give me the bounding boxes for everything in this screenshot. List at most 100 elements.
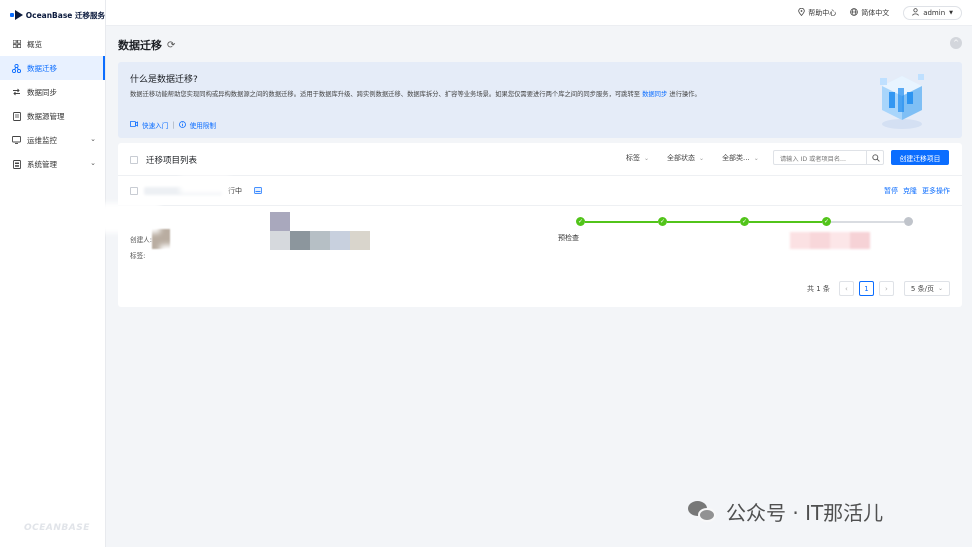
help-center-label: 帮助中心 [808,9,837,17]
page-title-text: 数据迁移 [118,39,162,52]
row-checkbox[interactable] [130,187,138,195]
refresh-icon[interactable]: ⟳ [167,40,175,51]
oceanbase-logo-icon [10,10,23,20]
type-filter[interactable]: 全部类... ⌄ [722,153,759,163]
user-icon [912,8,919,18]
sidebar-item-datasource[interactable]: 数据源管理 [0,104,105,128]
filter-bar: 标签 ⌄ 全部状态 ⌄ 全部类... ⌄ [626,153,759,163]
intro-links: 快速入门 | 使用限制 [130,120,216,130]
redacted-step-label [790,232,870,249]
app-logo[interactable]: OceanBase 迁移服务 [0,0,105,30]
sidebar-item-label: 系统管理 [27,159,57,169]
total-count: 共 1 条 [807,284,830,293]
watermark-text: 公众号 · IT那活儿 [726,501,884,525]
page-number[interactable]: 1 [858,281,874,296]
language-switch[interactable]: 简体中文 [850,8,889,18]
divider [118,175,962,176]
row-actions: 暂停 克隆 更多操作 [884,186,950,196]
creator-field: 创建人: [130,234,152,244]
page-size-label: 5 条/页 [910,284,934,293]
redaction-patch [160,245,200,265]
sidebar: OceanBase 迁移服务 概览 数据迁移 数据同步 数据源管理 运维监控 ⌄… [0,0,106,547]
status-filter[interactable]: 全部状态 ⌄ [667,153,704,163]
topbar: 帮助中心 简体中文 admin ▼ [106,0,972,26]
more-actions-link[interactable]: 更多操作 [922,186,950,196]
migration-list-card: 迁移项目列表 标签 ⌄ 全部状态 ⌄ 全部类... ⌄ 创建迁移项目 行中 [118,143,962,307]
data-sync-link[interactable]: 数据同步 [642,91,667,98]
sync-icon [12,88,21,97]
location-pin-icon [798,7,805,18]
clone-link[interactable]: 克隆 [903,186,917,196]
chevron-down-icon[interactable]: ⌄ [90,159,96,167]
usage-limits-link[interactable]: 使用限制 [190,120,216,130]
sidebar-item-data-migration[interactable]: 数据迁移 [0,56,105,80]
datasource-icon [12,111,21,121]
sidebar-footer-logo: OCEANBASE [24,523,90,533]
monitor-icon [12,136,21,145]
pause-link[interactable]: 暂停 [884,186,898,196]
caret-down-icon: ▼ [949,10,953,16]
search-icon[interactable] [866,150,884,165]
sidebar-nav: 概览 数据迁移 数据同步 数据源管理 运维监控 ⌄ 系统管理 ⌄ [0,32,105,176]
topbar-actions: 帮助中心 简体中文 admin ▼ [798,6,962,20]
logo-text: OceanBase 迁移服务 [25,10,105,20]
help-center-link[interactable]: 帮助中心 [798,7,837,18]
page-size-select[interactable]: 5 条/页 ⌄ [903,281,950,296]
quick-start-link[interactable]: 快速入门 [142,120,168,130]
next-page-button[interactable]: › [878,281,894,296]
separator: | [172,121,175,129]
check-icon: ✓ [822,217,831,226]
language-label: 简体中文 [861,9,890,17]
prev-page-button[interactable]: ‹ [838,281,854,296]
intro-description: 数据迁移功能帮助您实现同构或异构数据源之间的数据迁移。适用于数据库升级、跨实例数… [130,89,701,98]
pagination: 共 1 条 ‹ 1 › 5 条/页 ⌄ [807,281,950,296]
check-icon: ✓ [658,217,667,226]
user-menu[interactable]: admin ▼ [903,6,962,20]
tag-field: 标签: [130,250,145,260]
list-header: 迁移项目列表 标签 ⌄ 全部状态 ⌄ 全部类... ⌄ 创建迁移项目 [118,143,962,175]
wechat-watermark: 公众号 · IT那活儿 [688,497,883,526]
check-icon: ✓ [576,217,585,226]
step-connector [585,221,658,223]
status-filter-label: 全部状态 [667,154,696,162]
intro-desc-text-end: 进行操作。 [669,91,701,98]
status-badge: 行中 [228,187,242,195]
divider [118,205,962,206]
migration-cube-illustration [880,74,924,129]
select-all-checkbox[interactable] [130,156,138,164]
sidebar-item-label: 数据迁移 [27,63,57,73]
redaction-patch [180,176,230,194]
step-connector [749,221,822,223]
step-connector [831,221,904,223]
check-icon: ✓ [740,217,749,226]
create-migration-button[interactable]: 创建迁移项目 [891,150,949,165]
system-icon [12,159,21,169]
video-icon [130,121,138,129]
sidebar-item-label: 运维监控 [27,135,57,145]
creator-label: 创建人: [130,236,153,244]
tag-label: 标签: [130,252,146,260]
sidebar-item-system[interactable]: 系统管理 ⌄ [0,152,105,176]
list-title: 迁移项目列表 [130,154,197,166]
step-connector [667,221,740,223]
sidebar-item-label: 数据同步 [27,87,57,97]
close-banner-icon[interactable]: ^ [950,37,962,49]
chevron-down-icon: ⌄ [644,154,650,162]
sidebar-item-label: 概览 [27,39,42,49]
sidebar-item-data-sync[interactable]: 数据同步 [0,80,105,104]
grid-icon [12,40,21,49]
chevron-down-icon[interactable]: ⌄ [90,135,96,143]
sidebar-item-overview[interactable]: 概览 [0,32,105,56]
intro-banner: 什么是数据迁移? 数据迁移功能帮助您实现同构或异构数据源之间的数据迁移。适用于数… [118,62,962,138]
pending-step-icon [904,217,913,226]
list-title-text: 迁移项目列表 [146,156,198,166]
globe-icon [850,8,859,18]
sidebar-item-label: 数据源管理 [27,111,65,121]
step-label-precheck: 预检查 [558,234,579,242]
tag-filter[interactable]: 标签 ⌄ [626,153,649,163]
tag-filter-label: 标签 [626,154,640,162]
intro-title: 什么是数据迁移? [130,75,198,85]
page-title: 数据迁移 ⟳ [118,37,175,53]
type-filter-label: 全部类... [722,154,750,162]
sidebar-item-ops-monitor[interactable]: 运维监控 ⌄ [0,128,105,152]
